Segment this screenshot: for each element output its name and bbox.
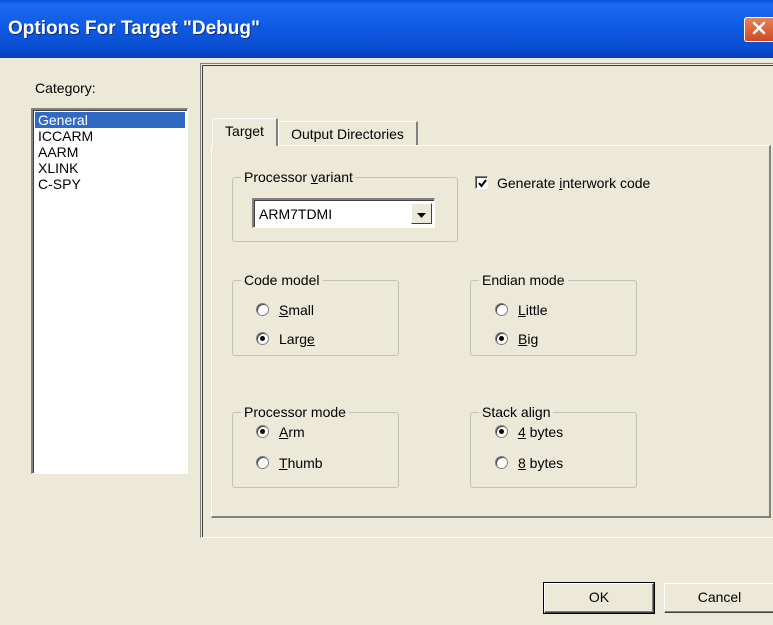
processor-mode-group: Processor mode — [232, 403, 399, 488]
processor-variant-select[interactable]: ARM7TDMI — [252, 198, 435, 228]
endian-little-radio[interactable] — [495, 303, 508, 316]
processor-mode-thumb-radio[interactable] — [256, 456, 269, 469]
endian-mode-legend: Endian mode — [479, 271, 568, 289]
ok-button[interactable]: OK — [543, 582, 655, 614]
category-item-iccarm[interactable]: ICCARM — [35, 128, 185, 144]
close-icon — [752, 21, 766, 38]
processor-variant-value: ARM7TDMI — [259, 206, 333, 222]
category-item-aarm[interactable]: AARM — [35, 144, 185, 160]
category-item-xlink[interactable]: XLINK — [35, 160, 185, 176]
processor-mode-arm-label: Arm — [279, 424, 305, 440]
stack-align-4-radio[interactable] — [495, 425, 508, 438]
generate-interwork-checkbox[interactable] — [475, 176, 488, 189]
endian-big-radio[interactable] — [495, 332, 508, 345]
tab-output-directories[interactable]: Output Directories — [278, 121, 418, 146]
category-list[interactable]: General ICCARM AARM XLINK C-SPY — [31, 108, 188, 474]
dropdown-button[interactable] — [411, 203, 432, 224]
code-model-large-label: Large — [279, 331, 315, 347]
category-label: Category: — [35, 80, 96, 96]
stack-align-8-label: 8 bytes — [518, 455, 564, 471]
cancel-button[interactable]: Cancel — [664, 583, 773, 613]
endian-big-label: Big — [518, 331, 539, 347]
processor-mode-arm-radio[interactable] — [256, 425, 269, 438]
tab-target[interactable]: Target — [212, 118, 278, 146]
code-model-legend: Code model — [241, 271, 323, 289]
window-title: Options For Target "Debug" — [8, 18, 260, 39]
code-model-large-radio[interactable] — [256, 332, 269, 345]
processor-mode-legend: Processor mode — [241, 403, 349, 421]
endian-little-label: Little — [518, 302, 548, 318]
stack-align-4-label: 4 bytes — [518, 424, 564, 440]
category-item-general[interactable]: General — [35, 112, 185, 128]
stack-align-legend: Stack align — [479, 403, 554, 421]
endian-mode-group: Endian mode — [470, 271, 637, 356]
processor-mode-thumb-label: Thumb — [279, 455, 323, 471]
code-model-small-label: Small — [279, 302, 315, 318]
processor-variant-legend: Processor variant — [241, 168, 356, 186]
stack-align-8-radio[interactable] — [495, 456, 508, 469]
category-item-c-spy[interactable]: C-SPY — [35, 176, 185, 192]
code-model-group: Code model — [232, 271, 399, 356]
title-bar[interactable]: Options For Target "Debug" — [0, 0, 773, 58]
chevron-down-icon — [417, 206, 426, 222]
generate-interwork-label: Generate interwork code — [497, 175, 651, 191]
code-model-small-radio[interactable] — [256, 303, 269, 316]
close-button[interactable] — [744, 17, 773, 42]
